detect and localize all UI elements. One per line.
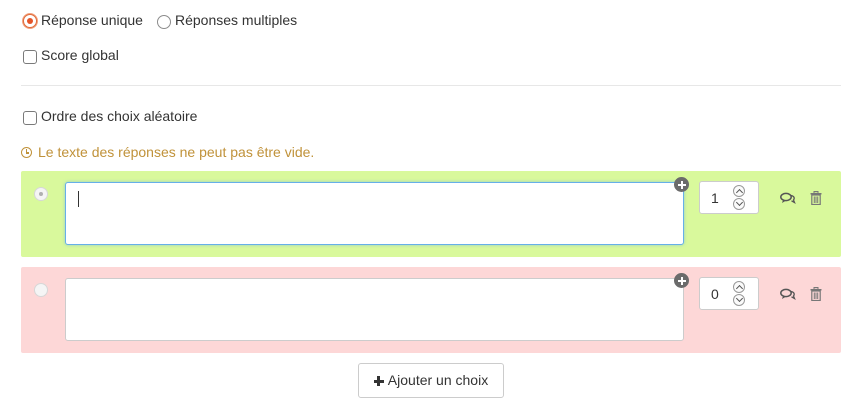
score-increment-button[interactable] [733,185,745,197]
score-increment-button[interactable] [733,281,745,293]
warning-text: Le texte des réponses ne peut pas être v… [38,144,315,160]
plus-icon [373,376,384,386]
validation-warning: Le texte des réponses ne peut pas être v… [21,144,314,160]
plus-circle-icon[interactable] [674,177,689,192]
score-decrement-button[interactable] [733,294,745,306]
global-score-label[interactable]: Score global [41,47,119,63]
trash-icon[interactable] [810,287,822,301]
comments-icon[interactable] [780,192,796,204]
answer-text-input[interactable] [65,278,684,341]
random-order-checkbox[interactable] [23,111,37,125]
multiple-answers-label[interactable]: Réponses multiples [175,12,297,28]
clock-icon [21,147,32,158]
plus-circle-icon[interactable] [674,273,689,288]
score-value[interactable]: 0 [711,286,719,302]
score-stepper[interactable]: 1 [699,181,759,214]
global-score-checkbox[interactable] [23,50,37,64]
choice-correct-radio[interactable] [34,187,48,201]
random-order-label[interactable]: Ordre des choix aléatoire [41,108,197,124]
radio-single-answer[interactable] [23,14,37,28]
score-stepper[interactable]: 0 [699,277,759,310]
add-choice-button[interactable]: Ajouter un choix [358,363,504,398]
trash-icon[interactable] [810,191,822,205]
score-decrement-button[interactable] [733,198,745,210]
choice-row: 1 [21,171,841,257]
text-caret [78,191,79,207]
comments-icon[interactable] [780,288,796,300]
single-answer-label[interactable]: Réponse unique [41,12,143,28]
score-value[interactable]: 1 [711,190,719,206]
choice-row: 0 [21,267,841,353]
radio-multiple-answers[interactable] [157,15,171,29]
answer-text-input[interactable] [65,182,684,245]
add-choice-label: Ajouter un choix [387,372,489,388]
choice-correct-radio[interactable] [34,283,48,297]
divider [21,85,841,86]
